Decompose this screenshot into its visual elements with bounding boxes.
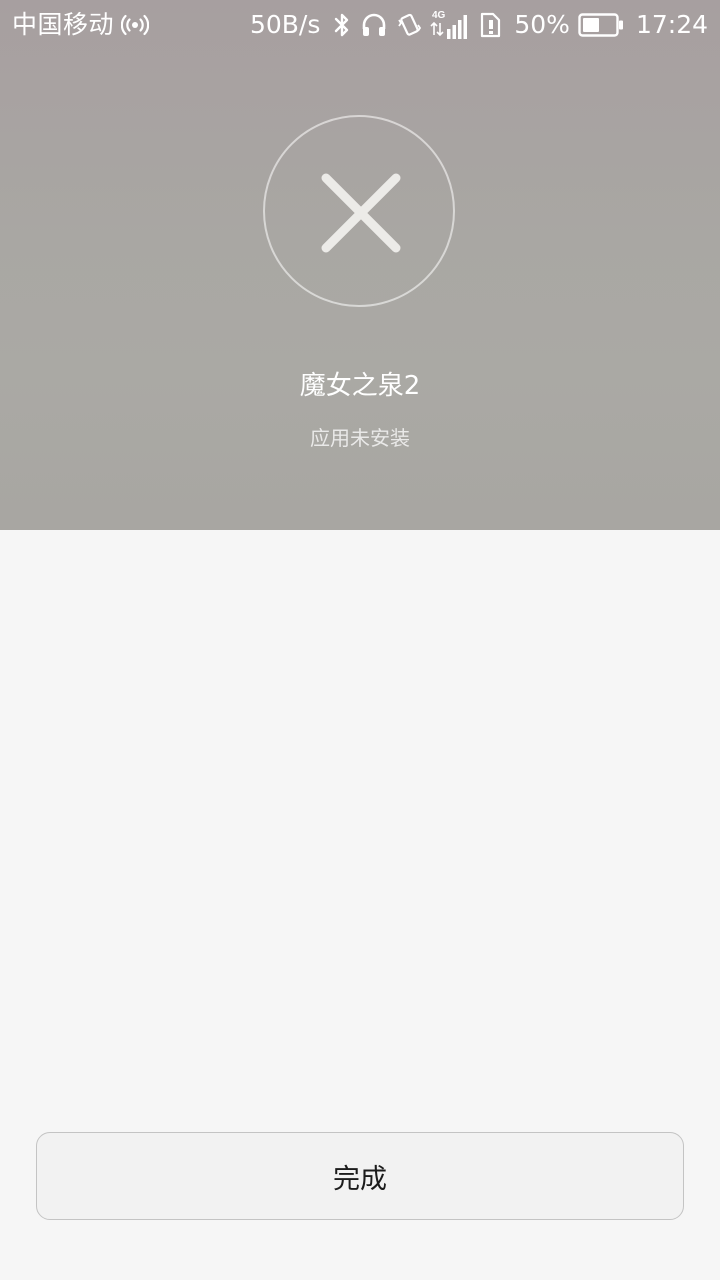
install-status-text: 应用未安装 — [310, 426, 410, 450]
done-button[interactable]: 完成 — [36, 1132, 684, 1220]
signal-4g-icon: 4G — [430, 10, 468, 39]
install-result-screen: 中国移动 50B/s 4G 50% 17:24 魔女之泉2 应用未安装 完成 — [0, 0, 720, 1280]
status-bar-right: 50B/s 4G 50% 17:24 — [250, 8, 708, 42]
network-type-label: 4G — [432, 10, 446, 21]
sim-alert-icon — [481, 12, 501, 38]
headphones-icon — [363, 13, 386, 36]
close-icon — [321, 173, 401, 253]
status-bar: 中国移动 50B/s 4G 50% 17:24 — [0, 0, 720, 50]
hotspot-icon — [121, 14, 149, 36]
battery-icon — [578, 13, 623, 37]
battery-percent-label: 50% — [514, 10, 570, 39]
vibrate-icon — [398, 13, 422, 36]
bluetooth-icon — [335, 13, 349, 37]
app-name: 魔女之泉2 — [299, 371, 421, 401]
clock-label: 17:24 — [635, 10, 708, 39]
net-speed-label: 50B/s — [249, 10, 321, 39]
carrier-label: 中国移动 — [12, 10, 115, 39]
result-header: 中国移动 50B/s 4G 50% 17:24 魔女之泉2 应用未安装 — [0, 0, 720, 530]
install-failed-badge — [263, 115, 455, 307]
